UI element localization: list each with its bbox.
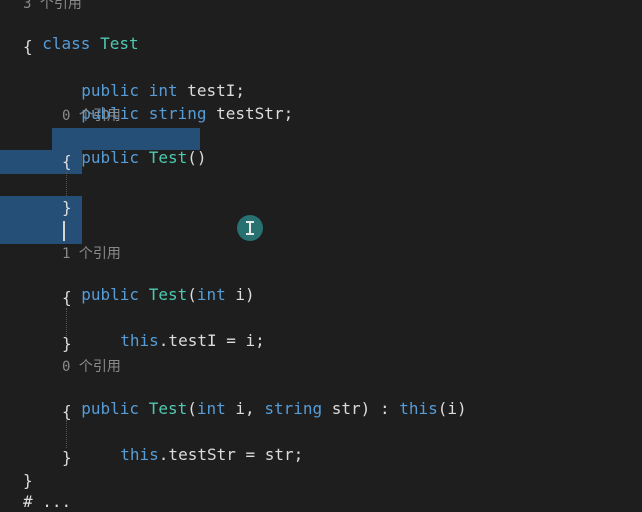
constructor-default: public Test() [62, 128, 206, 167]
brace-open: { [62, 152, 72, 171]
text-caret [63, 221, 65, 241]
i-beam-glyph [246, 221, 254, 235]
codelens-references[interactable]: 1 个引用 [62, 244, 121, 264]
keyword-string: string [148, 104, 207, 123]
indent-guide [66, 172, 67, 196]
assign-testI: this.testI = i; [101, 311, 265, 350]
constructor-chain-args: (i) [437, 399, 467, 418]
brace-close: } [62, 448, 72, 467]
assignment: .testI = i; [158, 331, 265, 350]
assign-testStr: this.testStr = str; [101, 425, 303, 464]
keyword-int: int [196, 399, 226, 418]
class-name: Test [100, 34, 139, 53]
parameter: str) [331, 399, 371, 418]
parameter-list: () [187, 148, 207, 167]
constructor-name: Test [148, 285, 188, 304]
constructor-int-string: public Test(int i, string str) : this(i) [62, 379, 466, 418]
parameter: i) [235, 285, 255, 304]
keyword-public: public [81, 285, 140, 304]
indent-guide [66, 308, 67, 336]
constructor-name: Test [148, 148, 188, 167]
keyword-this: this [120, 445, 159, 464]
colon: : [379, 399, 390, 418]
constructor-int: public Test(int i) [62, 265, 254, 304]
keyword-string: string [264, 399, 323, 418]
keyword-this: this [120, 331, 159, 350]
keyword-public: public [81, 399, 140, 418]
brace-close: } [62, 198, 72, 217]
parameter: i, [235, 399, 255, 418]
i-beam-cursor-icon [237, 215, 263, 241]
brace-close: } [62, 334, 72, 353]
codelens-references[interactable]: 0 个引用 [62, 106, 121, 126]
brace-close: } [23, 471, 33, 490]
brace-open: { [62, 288, 72, 307]
field-testStr: public string testStr; [62, 84, 293, 123]
next-line-partial: # ... [23, 492, 72, 511]
assignment: .testStr = str; [158, 445, 304, 464]
field-testI: public int testI; [62, 61, 245, 100]
class-declaration: class Test [23, 14, 138, 53]
keyword-int: int [196, 285, 226, 304]
codelens-references[interactable]: 0 个引用 [62, 357, 121, 377]
keyword-public: public [81, 148, 140, 167]
codelens-references[interactable]: 3 个引用 [23, 0, 82, 14]
keyword-class: class [42, 34, 91, 53]
keyword-this: this [399, 399, 438, 418]
field-name: testStr; [216, 104, 294, 123]
indent-guide [66, 420, 67, 448]
brace-open: { [23, 37, 33, 56]
brace-open: { [62, 402, 72, 421]
paren: ( [187, 285, 197, 304]
constructor-name: Test [148, 399, 188, 418]
paren: ( [187, 399, 197, 418]
